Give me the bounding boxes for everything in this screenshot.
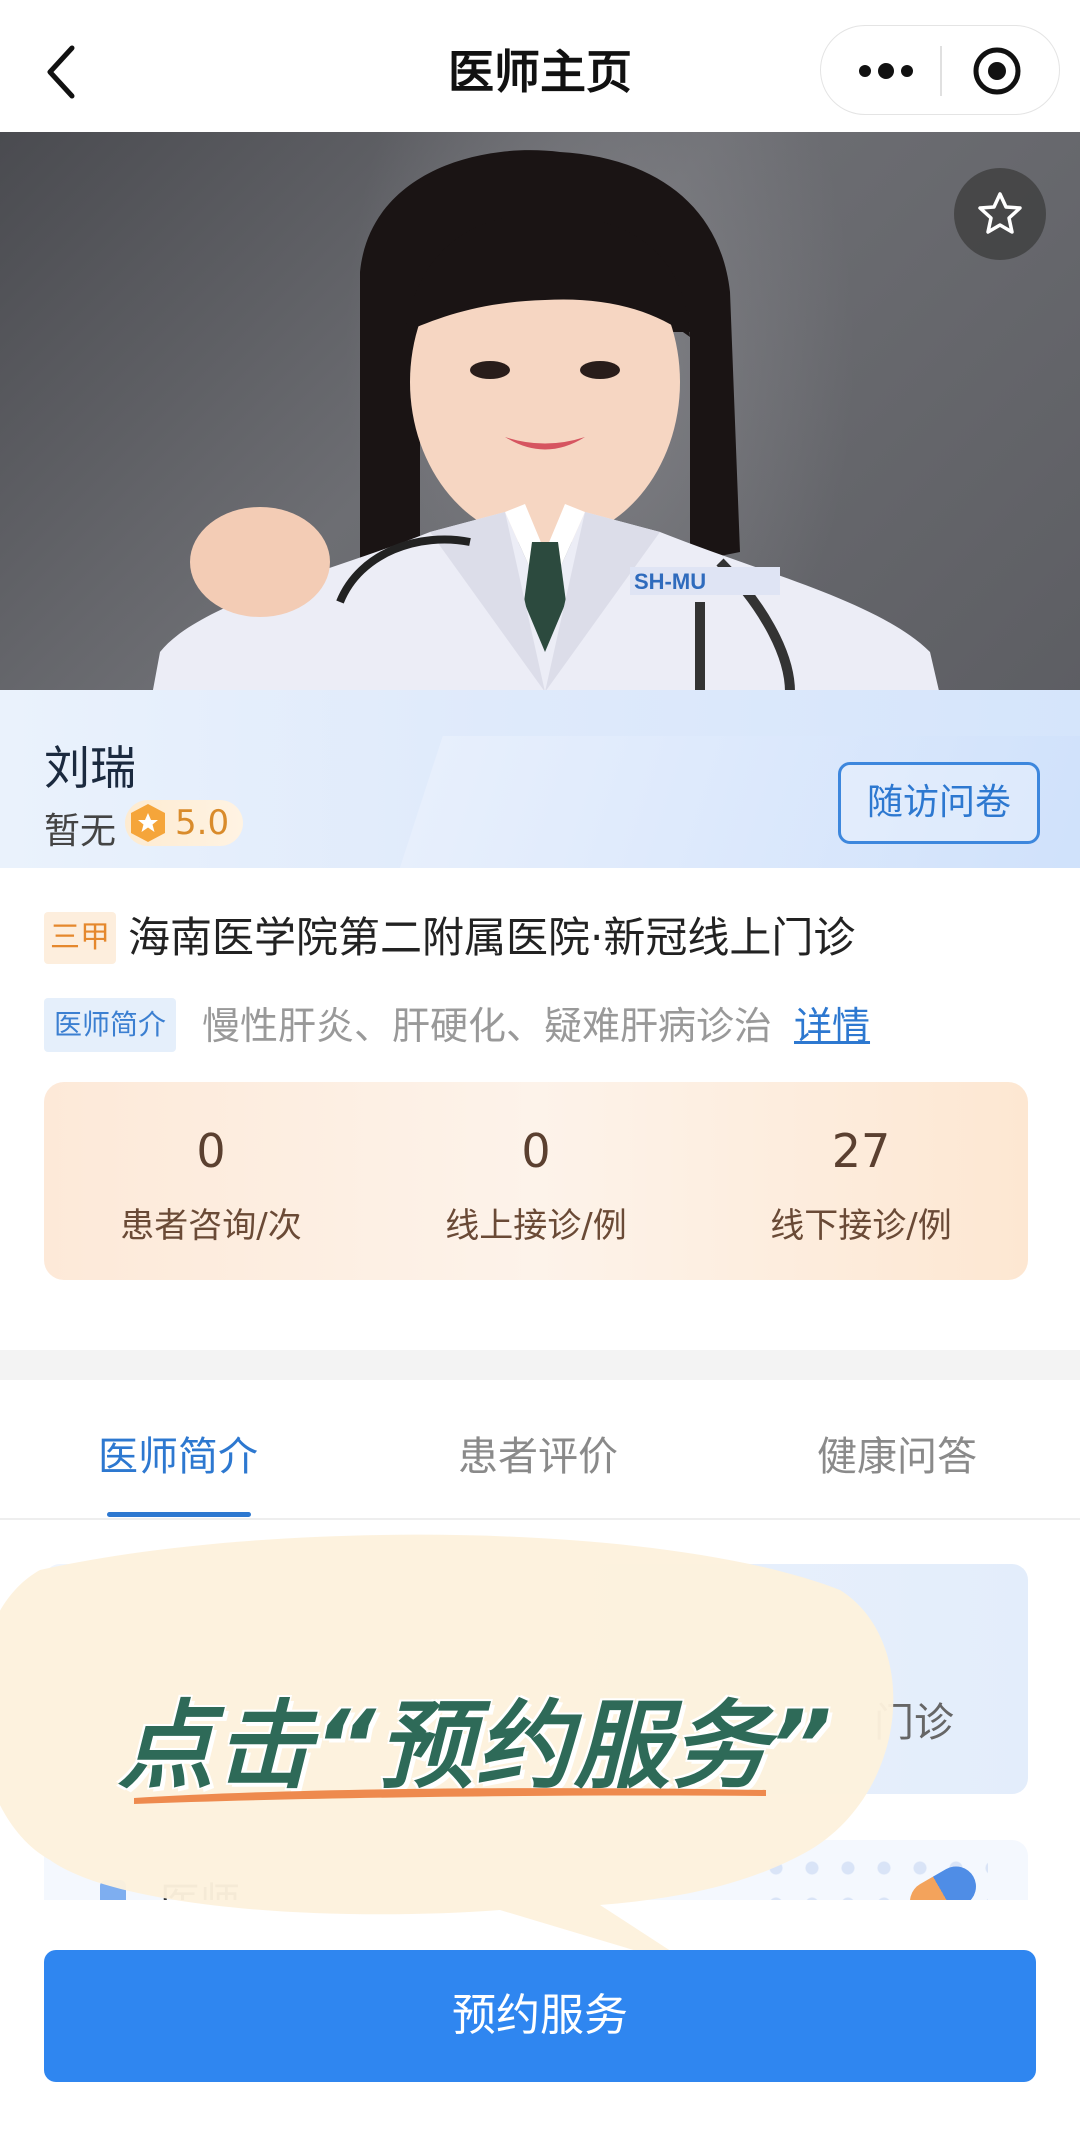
stat-value: 0 <box>196 1124 226 1178</box>
tab-health-qa[interactable]: 健康问答 <box>817 1424 977 1482</box>
stat-offline-visits: 27 线下接诊/例 <box>696 1082 1026 1280</box>
mini-program-capsule <box>820 25 1060 115</box>
stat-label: 线上接诊/例 <box>445 1206 627 1246</box>
hospital-grade-badge: 三甲 <box>44 912 116 964</box>
stats-card: 0 患者咨询/次 0 线上接诊/例 27 线下接诊/例 <box>44 1082 1028 1280</box>
tab-bar: 医师简介 患者评价 健康问答 <box>0 1380 1080 1520</box>
tab-patient-reviews[interactable]: 患者评价 <box>458 1424 618 1482</box>
stat-online-visits: 0 线上接诊/例 <box>371 1082 701 1280</box>
capsule-divider <box>940 46 942 96</box>
stat-consultations: 0 患者咨询/次 <box>46 1082 376 1280</box>
svg-text:SH-MU: SH-MU <box>634 569 706 594</box>
doctor-info-banner: 刘瑞 暂无 5.0 随访问卷 <box>0 690 1080 868</box>
details-link[interactable]: 详情 <box>794 998 870 1054</box>
intro-tag: 医师简介 <box>44 998 176 1052</box>
brush-underline <box>134 1788 766 1804</box>
more-icon[interactable] <box>855 56 917 86</box>
favorite-button[interactable] <box>954 168 1046 260</box>
stat-value: 0 <box>521 1124 551 1178</box>
stat-label: 线下接诊/例 <box>770 1206 952 1246</box>
book-service-button[interactable]: 预约服务 <box>44 1950 1036 2082</box>
tab-doctor-intro[interactable]: 医师简介 <box>98 1424 258 1482</box>
hospital-name: 海南医学院第二附属医院·新冠线上门诊 <box>128 913 856 962</box>
active-tab-indicator <box>107 1512 251 1517</box>
follow-up-survey-button[interactable]: 随访问卷 <box>838 762 1040 844</box>
doctor-name: 刘瑞 <box>44 741 136 795</box>
close-target-icon[interactable] <box>971 45 1023 97</box>
top-navbar: 医师主页 <box>0 0 1080 132</box>
rating-hexagon-icon <box>131 804 165 842</box>
specialty-text: 慢性肝炎、肝硬化、疑难肝病诊治 <box>202 1004 773 1048</box>
star-icon <box>978 192 1022 234</box>
rating-badge: 5.0 <box>125 800 244 846</box>
stat-label: 患者咨询/次 <box>120 1206 302 1246</box>
doctor-rank: 暂无 <box>44 811 117 852</box>
stat-value: 27 <box>831 1124 891 1178</box>
rating-score: 5.0 <box>175 803 230 843</box>
section-divider <box>0 1350 1080 1380</box>
